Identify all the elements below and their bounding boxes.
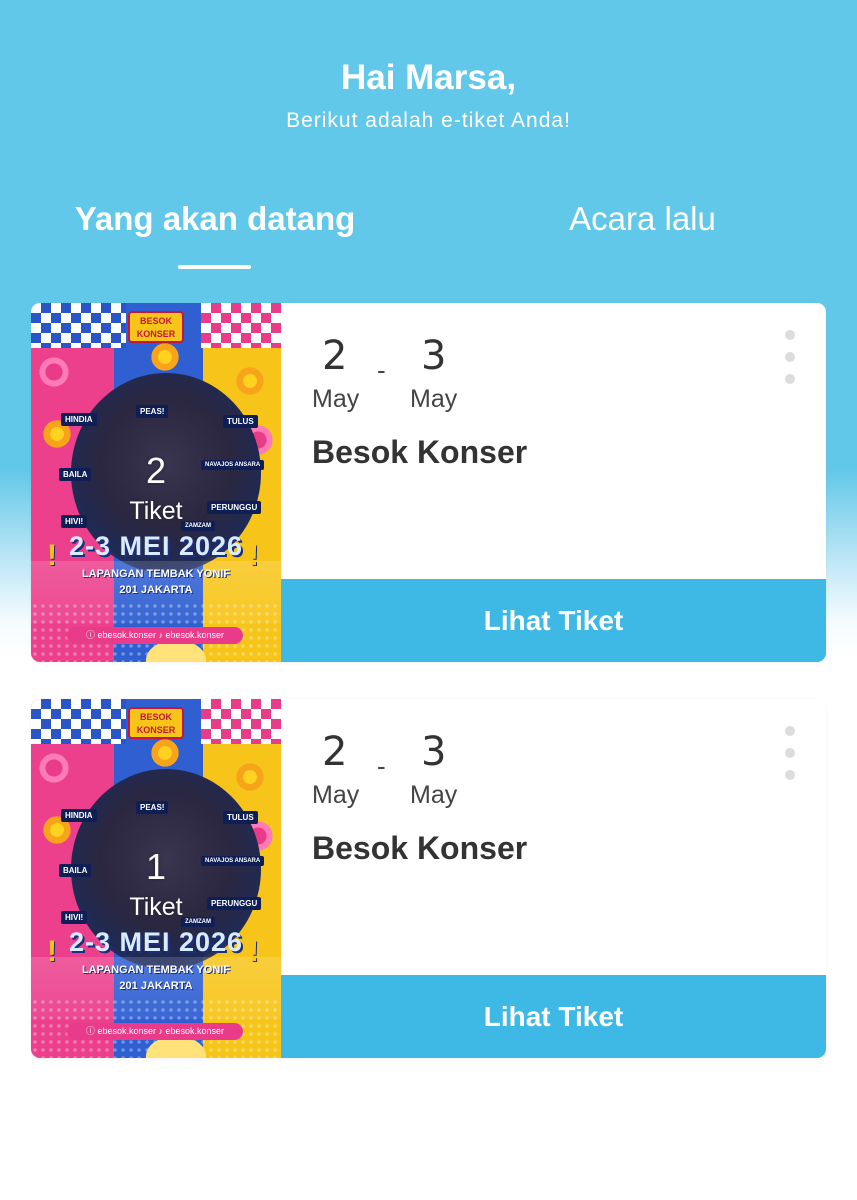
poster-logo-line: KONSER	[136, 725, 176, 735]
menu-dot	[785, 352, 795, 362]
artist-tag: HINDIA	[61, 809, 97, 822]
tab-active-indicator	[178, 265, 251, 269]
poster-logo-line: KONSER	[136, 329, 176, 339]
poster-checker-pattern	[31, 699, 126, 744]
flower-icon	[149, 341, 181, 373]
start-day: 2	[322, 729, 348, 775]
end-day: 3	[421, 333, 447, 379]
ticket-count: 1	[145, 846, 167, 887]
ticket-count-label: Tiket	[129, 497, 183, 525]
date-separator: -	[377, 355, 386, 385]
ticket-count: 2	[145, 450, 167, 491]
end-month: May	[410, 385, 458, 413]
poster-date: 2-3 MEI 2026	[68, 531, 244, 561]
artist-tag: TULUS	[223, 811, 258, 824]
event-title: Besok Konser	[312, 830, 528, 866]
artist-tag: HINDIA	[61, 413, 97, 426]
greeting-subtitle: Berikut adalah e-tiket Anda!	[286, 109, 571, 132]
poster-venue-line: LAPANGAN TEMBAK YONIF	[81, 964, 231, 976]
view-ticket-button[interactable]: Lihat Tiket	[281, 975, 826, 1058]
more-vertical-icon[interactable]	[779, 726, 801, 786]
start-month: May	[312, 781, 360, 809]
greeting-title: Hai Marsa,	[340, 58, 517, 97]
poster-date: 2-3 MEI 2026	[68, 927, 244, 957]
artist-tag: TULUS	[223, 415, 258, 428]
start-day: 2	[322, 333, 348, 379]
start-month: May	[312, 385, 360, 413]
ticket-card: BESOK KONSER HINDIA PEAS! TULUS BAILA HI…	[31, 303, 826, 662]
end-day: 3	[421, 729, 447, 775]
ticket-card: BESOK KONSER HINDIA PEAS! TULUS BAILA HI…	[31, 699, 826, 1058]
poster-checker-pattern	[201, 303, 281, 348]
menu-dot	[785, 770, 795, 780]
poster-checker-pattern	[201, 699, 281, 744]
event-title: Besok Konser	[312, 434, 528, 470]
artist-tag: PEAS!	[136, 801, 169, 814]
more-vertical-icon[interactable]	[779, 330, 801, 390]
poster-logo-line: BESOK	[139, 712, 172, 722]
poster-socials: ⓘ ebesok.konser ♪ ebesok.konser	[67, 627, 243, 644]
menu-dot	[785, 330, 795, 340]
tab-past-events[interactable]: Acara lalu	[520, 200, 765, 238]
poster-venue: LAPANGAN TEMBAK YONIF 201 JAKARTA	[31, 962, 281, 994]
view-ticket-button[interactable]: Lihat Tiket	[281, 579, 826, 662]
poster-logo-line: BESOK	[139, 316, 172, 326]
menu-dot	[785, 748, 795, 758]
flower-icon	[149, 737, 181, 769]
poster-logo: BESOK KONSER	[128, 707, 184, 739]
ticket-count-label: Tiket	[129, 893, 183, 921]
menu-dot	[785, 374, 795, 384]
tab-upcoming[interactable]: Yang akan datang	[60, 200, 370, 238]
poster-venue-line: LAPANGAN TEMBAK YONIF	[81, 568, 231, 580]
poster-checker-pattern	[31, 303, 126, 348]
event-poster-image[interactable]: BESOK KONSER HINDIA PEAS! TULUS BAILA HI…	[31, 303, 281, 662]
poster-logo: BESOK KONSER	[128, 311, 184, 343]
poster-socials: ⓘ ebesok.konser ♪ ebesok.konser	[67, 1023, 243, 1040]
flower-icon	[234, 365, 266, 397]
poster-venue: LAPANGAN TEMBAK YONIF 201 JAKARTA	[31, 566, 281, 598]
poster-venue-line: 201 JAKARTA	[119, 980, 193, 992]
flower-icon	[234, 761, 266, 793]
end-month: May	[410, 781, 458, 809]
flower-icon	[37, 355, 71, 389]
artist-tag: PEAS!	[136, 405, 169, 418]
flower-icon	[37, 751, 71, 785]
poster-venue-line: 201 JAKARTA	[119, 584, 193, 596]
date-separator: -	[377, 751, 386, 781]
event-poster-image[interactable]: BESOK KONSER HINDIA PEAS! TULUS BAILA HI…	[31, 699, 281, 1058]
menu-dot	[785, 726, 795, 736]
